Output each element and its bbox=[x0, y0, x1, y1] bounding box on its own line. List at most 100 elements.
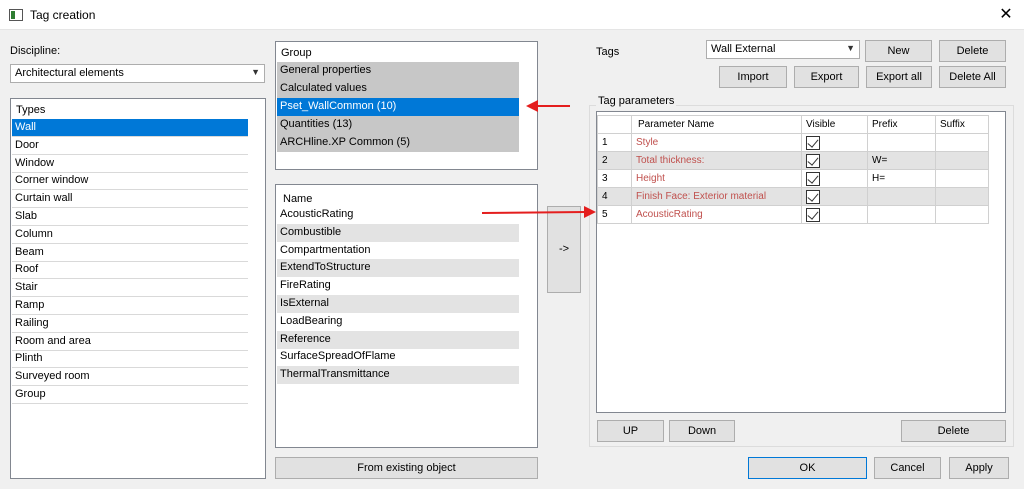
types-item[interactable]: Plinth bbox=[12, 350, 248, 369]
types-item[interactable]: Corner window bbox=[12, 172, 248, 191]
checkmark-icon[interactable] bbox=[806, 207, 820, 222]
name-item[interactable]: IsExternal bbox=[277, 295, 519, 313]
tags-dropdown[interactable]: Wall External ▼ bbox=[706, 40, 860, 59]
group-item[interactable]: General properties bbox=[277, 62, 519, 80]
export-all-button[interactable]: Export all bbox=[866, 66, 932, 88]
discipline-label: Discipline: bbox=[10, 45, 61, 57]
parameter-number: 5 bbox=[597, 205, 632, 224]
parameter-suffix[interactable] bbox=[935, 187, 989, 206]
name-item[interactable]: SurfaceSpreadOfFlame bbox=[277, 348, 519, 366]
checkmark-icon[interactable] bbox=[806, 135, 820, 150]
parameter-suffix[interactable] bbox=[935, 133, 989, 152]
tags-label: Tags bbox=[596, 46, 620, 58]
new-tag-button[interactable]: New bbox=[865, 40, 932, 62]
types-item[interactable]: Roof bbox=[12, 261, 248, 280]
parameter-row[interactable]: 4 Finish Face: Exterior material bbox=[597, 187, 989, 206]
parameter-name[interactable]: AcousticRating bbox=[631, 205, 802, 224]
parameter-number: 2 bbox=[597, 151, 632, 170]
export-button[interactable]: Export bbox=[794, 66, 859, 88]
col-parameter-name[interactable]: Parameter Name bbox=[631, 115, 802, 134]
types-item[interactable]: Room and area bbox=[12, 333, 248, 351]
close-icon[interactable]: ✕ bbox=[994, 3, 1018, 27]
parameter-row[interactable]: 2 Total thickness: W= bbox=[597, 151, 989, 170]
group-header: Group bbox=[277, 43, 536, 63]
from-existing-object-button[interactable]: From existing object bbox=[275, 457, 538, 479]
tag-parameters-table-frame: Parameter Name Visible Prefix Suffix 1 St… bbox=[596, 111, 1006, 413]
col-prefix[interactable]: Prefix bbox=[867, 115, 936, 134]
checkmark-icon[interactable] bbox=[806, 153, 820, 168]
group-item[interactable]: Pset_WallCommon (10) bbox=[277, 98, 519, 116]
group-item[interactable]: Quantities (13) bbox=[277, 116, 519, 134]
tag-parameters-table[interactable]: Parameter Name Visible Prefix Suffix 1 St… bbox=[597, 115, 989, 224]
ok-button[interactable]: OK bbox=[748, 457, 867, 479]
title-bar: Tag creation ✕ bbox=[0, 0, 1024, 30]
name-list[interactable]: Name AcousticRating Combustible Compartmen… bbox=[275, 184, 538, 448]
parameter-prefix[interactable]: W= bbox=[867, 151, 936, 170]
name-item[interactable]: FireRating bbox=[277, 277, 519, 295]
parameter-row[interactable]: 5 AcousticRating bbox=[597, 205, 989, 224]
parameter-prefix[interactable] bbox=[867, 187, 936, 206]
types-item[interactable]: Wall bbox=[12, 119, 248, 137]
delete-parameter-button[interactable]: Delete bbox=[901, 420, 1006, 442]
discipline-value: Architectural elements bbox=[15, 67, 124, 79]
discipline-dropdown[interactable]: Architectural elements ▼ bbox=[10, 64, 265, 83]
types-item[interactable]: Stair bbox=[12, 279, 248, 298]
parameter-prefix[interactable] bbox=[867, 133, 936, 152]
parameter-number: 4 bbox=[597, 187, 632, 206]
delete-tag-button[interactable]: Delete bbox=[939, 40, 1006, 62]
parameter-prefix[interactable]: H= bbox=[867, 169, 936, 188]
parameter-number: 1 bbox=[597, 133, 632, 152]
types-item[interactable]: Ramp bbox=[12, 297, 248, 315]
types-item[interactable]: Slab bbox=[12, 208, 248, 226]
name-item[interactable]: Compartmentation bbox=[277, 242, 519, 260]
parameter-row[interactable]: 3 Height H= bbox=[597, 169, 989, 188]
tag-parameters-label: Tag parameters bbox=[596, 95, 677, 107]
parameter-name[interactable]: Finish Face: Exterior material bbox=[631, 187, 802, 206]
visible-checkbox[interactable] bbox=[801, 151, 868, 170]
parameter-name[interactable]: Total thickness: bbox=[631, 151, 802, 170]
down-button[interactable]: Down bbox=[669, 420, 735, 442]
cancel-button[interactable]: Cancel bbox=[874, 457, 941, 479]
types-item[interactable]: Window bbox=[12, 155, 248, 173]
name-item[interactable]: Combustible bbox=[277, 223, 519, 242]
types-list[interactable]: Types Wall Door Window Corner window Curtain… bbox=[10, 98, 266, 479]
name-item[interactable]: Reference bbox=[277, 330, 519, 349]
parameter-suffix[interactable] bbox=[935, 151, 989, 170]
parameter-name[interactable]: Height bbox=[631, 169, 802, 188]
import-button[interactable]: Import bbox=[719, 66, 787, 88]
parameter-row[interactable]: 1 Style bbox=[597, 133, 989, 152]
visible-checkbox[interactable] bbox=[801, 205, 868, 224]
types-item[interactable]: Beam bbox=[12, 244, 248, 262]
col-number bbox=[597, 115, 632, 134]
group-item[interactable]: Calculated values bbox=[277, 80, 519, 98]
name-item[interactable]: ExtendToStructure bbox=[277, 259, 519, 278]
delete-all-button[interactable]: Delete All bbox=[939, 66, 1006, 88]
col-suffix[interactable]: Suffix bbox=[935, 115, 989, 134]
types-item[interactable]: Column bbox=[12, 226, 248, 244]
types-item[interactable]: Railing bbox=[12, 315, 248, 333]
parameter-prefix[interactable] bbox=[867, 205, 936, 224]
col-visible[interactable]: Visible bbox=[801, 115, 868, 134]
group-item[interactable]: ARCHline.XP Common (5) bbox=[277, 134, 519, 152]
parameter-suffix[interactable] bbox=[935, 169, 989, 188]
name-item[interactable]: ThermalTransmittance bbox=[277, 366, 519, 385]
parameter-suffix[interactable] bbox=[935, 205, 989, 224]
parameter-name[interactable]: Style bbox=[631, 133, 802, 152]
name-item[interactable]: LoadBearing bbox=[277, 313, 519, 331]
up-button[interactable]: UP bbox=[597, 420, 664, 442]
name-item[interactable]: AcousticRating bbox=[277, 206, 519, 224]
types-item[interactable]: Door bbox=[12, 137, 248, 155]
apply-button[interactable]: Apply bbox=[949, 457, 1009, 479]
types-header: Types bbox=[12, 100, 264, 120]
annotation-arrows bbox=[481, 100, 596, 218]
tags-value: Wall External bbox=[711, 43, 776, 55]
visible-checkbox[interactable] bbox=[801, 187, 868, 206]
types-item[interactable]: Surveyed room bbox=[12, 368, 248, 387]
checkmark-icon[interactable] bbox=[806, 171, 820, 186]
visible-checkbox[interactable] bbox=[801, 169, 868, 188]
types-item[interactable]: Curtain wall bbox=[12, 190, 248, 209]
group-list[interactable]: Group General properties Calculated value… bbox=[275, 41, 538, 170]
checkmark-icon[interactable] bbox=[806, 189, 820, 204]
types-item[interactable]: Group bbox=[12, 386, 248, 404]
visible-checkbox[interactable] bbox=[801, 133, 868, 152]
